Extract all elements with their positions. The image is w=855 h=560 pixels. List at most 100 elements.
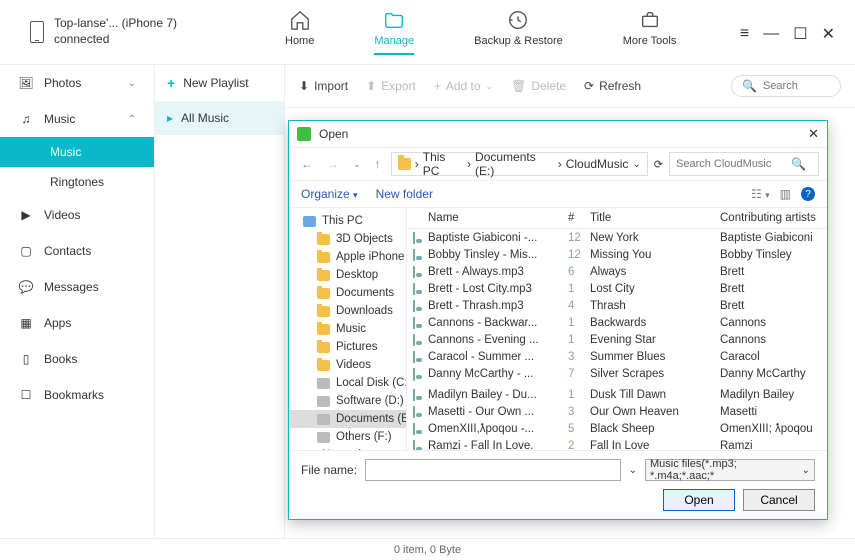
file-row[interactable]: Cannons - Evening ...1Evening StarCannon… [407, 331, 827, 348]
chat-icon: 💬 [18, 279, 34, 295]
sidebar-music-sub[interactable]: Music [0, 137, 154, 167]
addto-button[interactable]: +Add to⌄ [434, 79, 493, 93]
file-row[interactable]: Baptiste Giabiconi -...12New YorkBaptist… [407, 229, 827, 246]
tree-item[interactable]: This PC [289, 212, 406, 230]
file-row[interactable]: Ramzi - Fall In Love.2Fall In LoveRamziF… [407, 437, 827, 450]
crumb-dropdown-icon[interactable]: ⌄ [632, 159, 640, 170]
export-button[interactable]: ⬆Export [366, 79, 416, 93]
nav-back-icon[interactable]: ← [297, 157, 317, 171]
col-num[interactable]: # [568, 212, 590, 224]
import-button[interactable]: ⬇Import [299, 79, 348, 93]
folder-icon [317, 270, 330, 281]
sidebar-contacts[interactable]: ▢Contacts [0, 233, 154, 269]
file-row[interactable]: Masetti - Our Own ...3Our Own HeavenMase… [407, 403, 827, 420]
organize-menu[interactable]: Organize ▾ [301, 187, 358, 201]
filetype-filter[interactable]: Music files(*.mp3; *.m4a;*.aac;*⌄ [645, 459, 815, 481]
search-icon: 🔍 [791, 157, 806, 171]
tab-home[interactable]: Home [285, 9, 314, 55]
folder-tree: This PC3D ObjectsApple iPhoneDesktopDocu… [289, 208, 407, 450]
book-icon: ▯ [18, 351, 34, 367]
folder-small-icon [398, 158, 411, 170]
nav-up-icon[interactable]: ↑ [371, 157, 385, 171]
open-dialog: Open ✕ ← → ⌄ ↑ › This PC› Documents (E:)… [288, 120, 828, 520]
all-music[interactable]: ▸All Music [155, 101, 284, 135]
plus-icon: + [167, 75, 175, 91]
minimize-icon[interactable]: — [763, 25, 779, 43]
file-row[interactable]: Cannons - Backwar...1BackwardsCannonsBac… [407, 314, 827, 331]
sidebar-books[interactable]: ▯Books [0, 341, 154, 377]
preview-pane-icon[interactable]: ▥ [780, 187, 791, 201]
search-icon: 🔍 [742, 79, 757, 93]
tree-item[interactable]: Local Disk (C:) [289, 374, 406, 392]
search-input[interactable] [763, 80, 833, 92]
file-row[interactable]: Brett - Thrash.mp34ThrashBrettSAID DEEP … [407, 297, 827, 314]
delete-button[interactable]: 🗑Delete [511, 79, 566, 93]
nav-fwd-icon[interactable]: → [323, 157, 343, 171]
file-row[interactable]: Caracol - Summer ...3Summer BluesCaracol… [407, 348, 827, 365]
view-mode-icon[interactable]: ☷ ▾ [751, 187, 770, 201]
image-icon: 🖼 [18, 75, 34, 91]
tab-backup[interactable]: Backup & Restore [474, 9, 563, 55]
file-row[interactable]: Brett - Lost City.mp31Lost CityBrettLost… [407, 280, 827, 297]
sidebar-ringtones[interactable]: Ringtones [0, 167, 154, 197]
col-artists[interactable]: Contributing artists [720, 212, 827, 224]
tree-item[interactable]: Documents [289, 284, 406, 302]
tab-manage[interactable]: Manage [374, 9, 414, 55]
tree-item[interactable]: Documents (E:) [289, 410, 406, 428]
sidebar: 🖼Photos⌄ ♫Music⌃ Music Ringtones ▶Videos… [0, 65, 155, 538]
file-row[interactable]: OmenXIII,ƛpoqou -...5Black SheepOmenXIII… [407, 420, 827, 437]
trash-icon: 🗑 [511, 79, 526, 93]
device-name: Top-lanse'... (iPhone 7) [54, 16, 177, 32]
maximize-icon[interactable]: ☐ [793, 24, 807, 44]
folder-icon [317, 252, 330, 263]
tree-item[interactable]: Apple iPhone [289, 248, 406, 266]
new-playlist[interactable]: +New Playlist [155, 65, 284, 101]
search-box[interactable]: 🔍 [731, 75, 841, 97]
close-window-icon[interactable]: ✕ [822, 24, 835, 44]
new-folder-button[interactable]: New folder [376, 187, 433, 201]
nav-down-icon[interactable]: ⌄ [349, 159, 365, 170]
open-button[interactable]: Open [663, 489, 735, 511]
col-name[interactable]: Name [428, 212, 568, 224]
tree-item[interactable]: 3D Objects [289, 230, 406, 248]
help-icon[interactable]: ? [801, 187, 815, 201]
nav-refresh-icon[interactable]: ⟳ [654, 158, 663, 171]
tree-item[interactable]: Pictures [289, 338, 406, 356]
filename-dropdown-icon[interactable]: ⌄ [629, 465, 637, 476]
audio-file-icon [413, 389, 415, 401]
dialog-close-icon[interactable]: ✕ [808, 126, 819, 142]
file-row[interactable]: Madilyn Bailey - Du...1Dusk Till DawnMad… [407, 386, 827, 403]
file-row[interactable]: Danny McCarthy - ...7Silver ScrapesDanny… [407, 365, 827, 386]
sidebar-messages[interactable]: 💬Messages [0, 269, 154, 305]
folder-icon [317, 234, 330, 245]
file-row[interactable]: Brett - Always.mp36AlwaysBrettBrett [407, 263, 827, 280]
app-icon [297, 127, 311, 141]
cancel-button[interactable]: Cancel [743, 489, 815, 511]
folder-icon [317, 342, 330, 353]
sidebar-photos[interactable]: 🖼Photos⌄ [0, 65, 154, 101]
sidebar-videos[interactable]: ▶Videos [0, 197, 154, 233]
sidebar-music[interactable]: ♫Music⌃ [0, 101, 154, 137]
tree-item[interactable]: Desktop [289, 266, 406, 284]
chevron-up-icon: ⌃ [128, 114, 136, 125]
sidebar-apps[interactable]: ▦Apps [0, 305, 154, 341]
tree-item[interactable]: Others (F:) [289, 428, 406, 446]
contacts-icon: ▢ [18, 243, 34, 259]
audio-file-icon [413, 351, 415, 363]
tree-item[interactable]: Downloads [289, 302, 406, 320]
tab-tools[interactable]: More Tools [623, 9, 677, 55]
tree-item[interactable]: Software (D:) [289, 392, 406, 410]
sidebar-bookmarks[interactable]: ☐Bookmarks [0, 377, 154, 413]
filename-input[interactable] [365, 459, 621, 481]
dialog-search[interactable]: 🔍 [669, 152, 819, 176]
col-title[interactable]: Title [590, 212, 720, 224]
grid-icon: ▦ [18, 315, 34, 331]
status-bar: 0 item, 0 Byte [0, 538, 855, 560]
refresh-button[interactable]: ⟳Refresh [584, 79, 641, 93]
menu-icon[interactable]: ≡ [740, 25, 749, 43]
tree-item[interactable]: Music [289, 320, 406, 338]
dialog-search-input[interactable] [676, 158, 791, 170]
breadcrumb[interactable]: › This PC› Documents (E:)› CloudMusic ⌄ [391, 152, 648, 176]
tree-item[interactable]: Videos [289, 356, 406, 374]
file-row[interactable]: Bobby Tinsley - Mis...12Missing YouBobby… [407, 246, 827, 263]
